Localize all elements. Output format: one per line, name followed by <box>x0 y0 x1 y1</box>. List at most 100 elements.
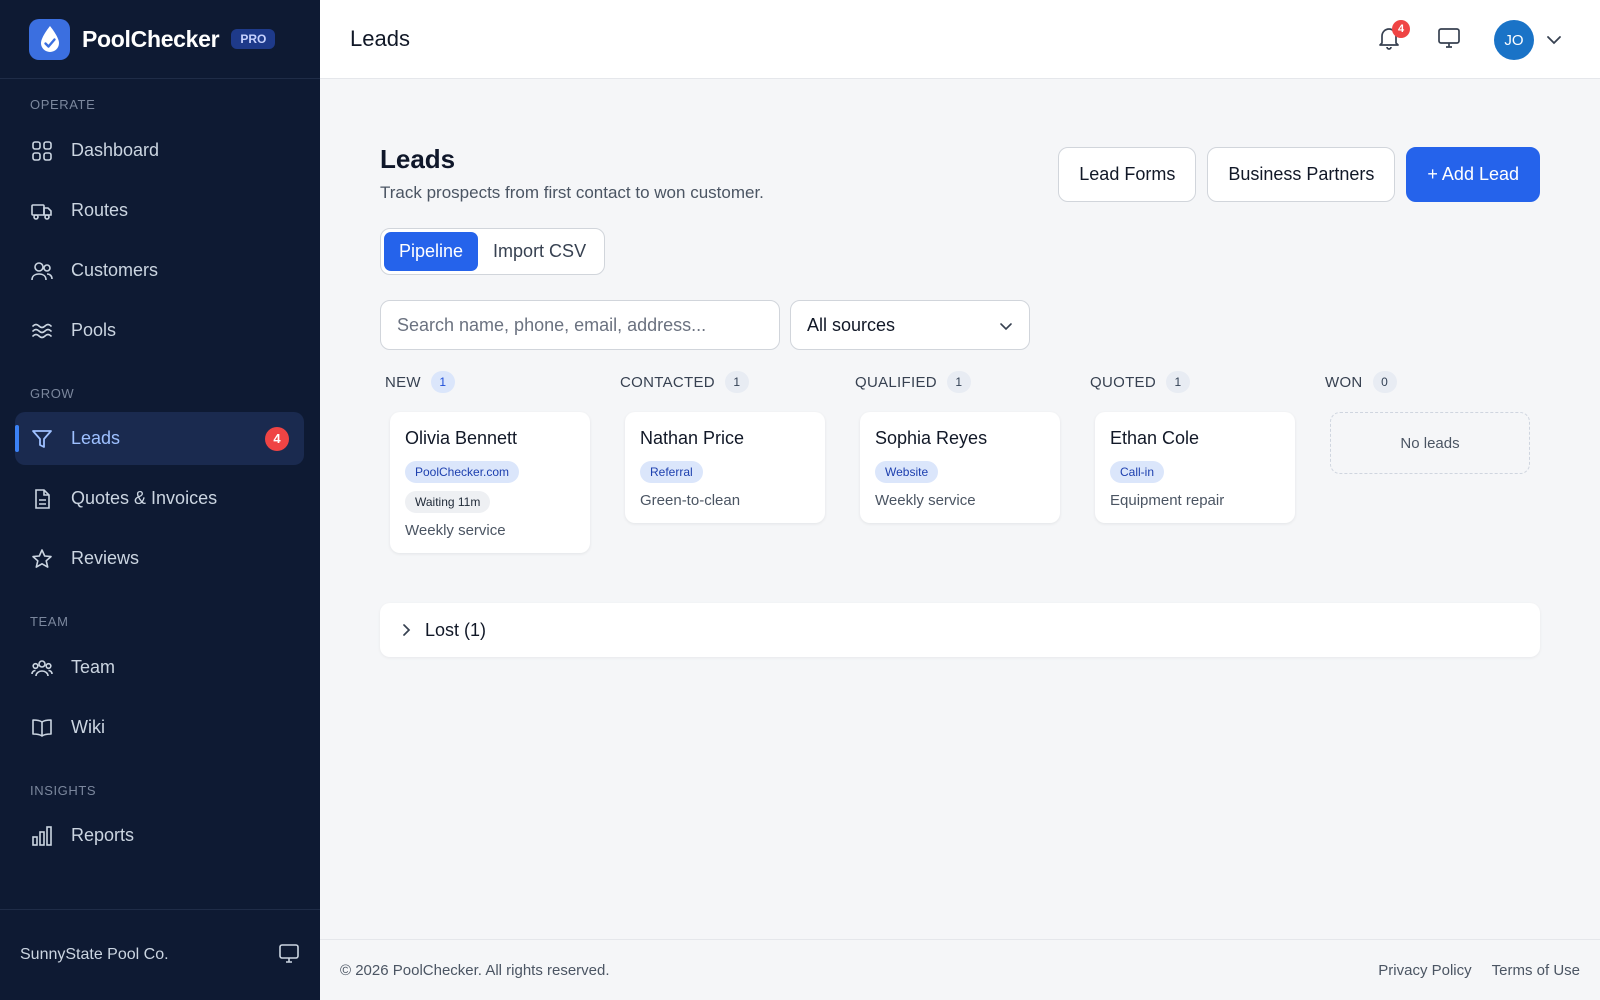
notification-count-badge: 4 <box>1392 20 1410 38</box>
source-select[interactable]: All sources <box>790 300 1030 350</box>
sidebar-item-reports[interactable]: Reports <box>15 809 304 862</box>
privacy-policy-link[interactable]: Privacy Policy <box>1378 962 1471 979</box>
sidebar-item-label: Quotes & Invoices <box>71 488 218 508</box>
lead-forms-button[interactable]: Lead Forms <box>1058 147 1197 202</box>
pipeline-column-contacted: CONTACTED 1 Nathan Price Referral Green-… <box>615 369 825 523</box>
column-header: QUALIFIED 1 <box>850 369 1050 395</box>
sidebar-item-label: Routes <box>71 200 129 220</box>
brand[interactable]: PoolChecker PRO <box>0 0 320 79</box>
avatar[interactable]: JO <box>1494 20 1534 60</box>
page-title: Leads <box>380 144 456 174</box>
monitor-icon[interactable] <box>278 942 300 969</box>
waves-icon <box>31 320 53 342</box>
column-title: NEW <box>385 373 421 391</box>
sidebar-item-dashboard[interactable]: Dashboard <box>15 124 304 177</box>
nav-section-team: TEAM <box>30 614 69 629</box>
bar-chart-icon <box>31 825 53 847</box>
users-icon <box>31 260 53 282</box>
sidebar-item-label: Reports <box>71 825 135 845</box>
display-button[interactable] <box>1434 20 1464 60</box>
funnel-icon <box>31 428 53 450</box>
tab-pipeline[interactable]: Pipeline <box>384 232 479 271</box>
sidebar-item-label: Reviews <box>71 548 140 568</box>
lead-card[interactable]: Ethan Cole Call-in Equipment repair <box>1095 412 1295 523</box>
business-partners-button[interactable]: Business Partners <box>1207 147 1396 202</box>
page-footer: © 2026 PoolChecker. All rights reserved.… <box>320 939 1600 1000</box>
sidebar-item-label: Customers <box>71 260 159 280</box>
footer-links: Privacy Policy Terms of Use <box>1378 962 1580 979</box>
column-title: WON <box>1325 373 1363 391</box>
pro-badge: PRO <box>231 29 276 49</box>
pipeline-column-new: NEW 1 Olivia Bennett PoolChecker.com Wai… <box>380 369 590 553</box>
lost-label: Lost (1) <box>425 619 487 640</box>
page-subtitle: Track prospects from first contact to wo… <box>380 183 764 202</box>
sidebar-item-leads[interactable]: Leads 4 <box>15 412 304 465</box>
lead-status-tag: Waiting 11m <box>405 491 491 513</box>
team-icon <box>31 657 53 679</box>
chevron-down-icon[interactable] <box>1546 35 1566 45</box>
add-lead-button[interactable]: + Add Lead <box>1406 147 1540 202</box>
sidebar-item-label: Wiki <box>71 717 105 737</box>
sidebar: PoolChecker PRO OPERATE Dashboard Routes… <box>0 0 320 1000</box>
lead-card[interactable]: Olivia Bennett PoolChecker.com Waiting 1… <box>390 412 590 553</box>
sidebar-item-label: Leads <box>71 428 121 448</box>
lead-card[interactable]: Nathan Price Referral Green-to-clean <box>625 412 825 523</box>
lead-card[interactable]: Sophia Reyes Website Weekly service <box>860 412 1060 523</box>
column-count: 1 <box>946 371 971 393</box>
pipeline-column-qualified: QUALIFIED 1 Sophia Reyes Website Weekly … <box>850 369 1060 523</box>
top-bar: Leads 4 JO <box>320 0 1600 79</box>
sidebar-item-customers[interactable]: Customers <box>15 244 304 297</box>
tab-import-csv[interactable]: Import CSV <box>478 232 601 271</box>
notifications-button[interactable]: 4 <box>1374 20 1410 60</box>
leads-count-badge: 4 <box>265 426 289 451</box>
sidebar-item-routes[interactable]: Routes <box>15 184 304 237</box>
sidebar-item-reviews[interactable]: Reviews <box>15 532 304 585</box>
document-icon <box>31 488 53 510</box>
sidebar-footer: SunnyState Pool Co. <box>0 909 320 1000</box>
lead-source-tag: Website <box>875 461 939 483</box>
column-title: QUALIFIED <box>855 373 937 391</box>
column-count: 1 <box>1165 371 1190 393</box>
column-count: 1 <box>430 371 455 393</box>
column-header: QUOTED 1 <box>1085 369 1285 395</box>
chevron-down-icon <box>999 315 1013 336</box>
brand-name: PoolChecker <box>82 25 220 52</box>
lead-service: Weekly service <box>405 522 506 539</box>
topbar-title: Leads <box>350 26 410 51</box>
pipeline-column-won: WON 0 No leads <box>1320 369 1530 474</box>
lead-source-tag: Call-in <box>1110 461 1165 483</box>
column-count: 1 <box>724 371 749 393</box>
lead-source-tag: Referral <box>640 461 703 483</box>
dashboard-icon <box>31 140 53 162</box>
copyright: © 2026 PoolChecker. All rights reserved. <box>340 961 610 979</box>
page-header: Leads Track prospects from first contact… <box>380 144 764 203</box>
chevron-right-icon <box>402 623 411 637</box>
column-count: 0 <box>1372 371 1397 393</box>
header-buttons: Lead Forms Business Partners + Add Lead <box>1058 147 1540 202</box>
lead-service: Equipment repair <box>1110 492 1225 509</box>
nav-section-insights: INSIGHTS <box>30 783 97 798</box>
sidebar-item-wiki[interactable]: Wiki <box>15 701 304 754</box>
lead-service: Weekly service <box>875 492 976 509</box>
empty-column-placeholder: No leads <box>1330 412 1530 474</box>
lead-name: Nathan Price <box>640 428 745 448</box>
sidebar-item-pools[interactable]: Pools <box>15 304 304 357</box>
main-content: Leads Track prospects from first contact… <box>320 79 1600 939</box>
column-header: NEW 1 <box>380 369 580 395</box>
topbar-actions: 4 JO <box>1374 20 1566 60</box>
lost-leads-toggle[interactable]: Lost (1) <box>380 603 1540 657</box>
view-tabs: Pipeline Import CSV <box>380 228 606 275</box>
search-input[interactable] <box>380 300 780 350</box>
nav-section-grow: GROW <box>30 386 75 401</box>
sidebar-item-team[interactable]: Team <box>15 641 304 694</box>
lead-name: Sophia Reyes <box>875 428 988 448</box>
company-name: SunnyState Pool Co. <box>20 946 169 963</box>
pipeline-column-quoted: QUOTED 1 Ethan Cole Call-in Equipment re… <box>1085 369 1295 523</box>
sidebar-item-label: Pools <box>71 320 117 340</box>
lead-name: Olivia Bennett <box>405 428 518 448</box>
terms-of-use-link[interactable]: Terms of Use <box>1492 962 1580 979</box>
column-title: CONTACTED <box>620 373 715 391</box>
column-header: CONTACTED 1 <box>615 369 815 395</box>
source-select-value: All sources <box>807 314 896 335</box>
sidebar-item-quotes-invoices[interactable]: Quotes & Invoices <box>15 472 304 525</box>
